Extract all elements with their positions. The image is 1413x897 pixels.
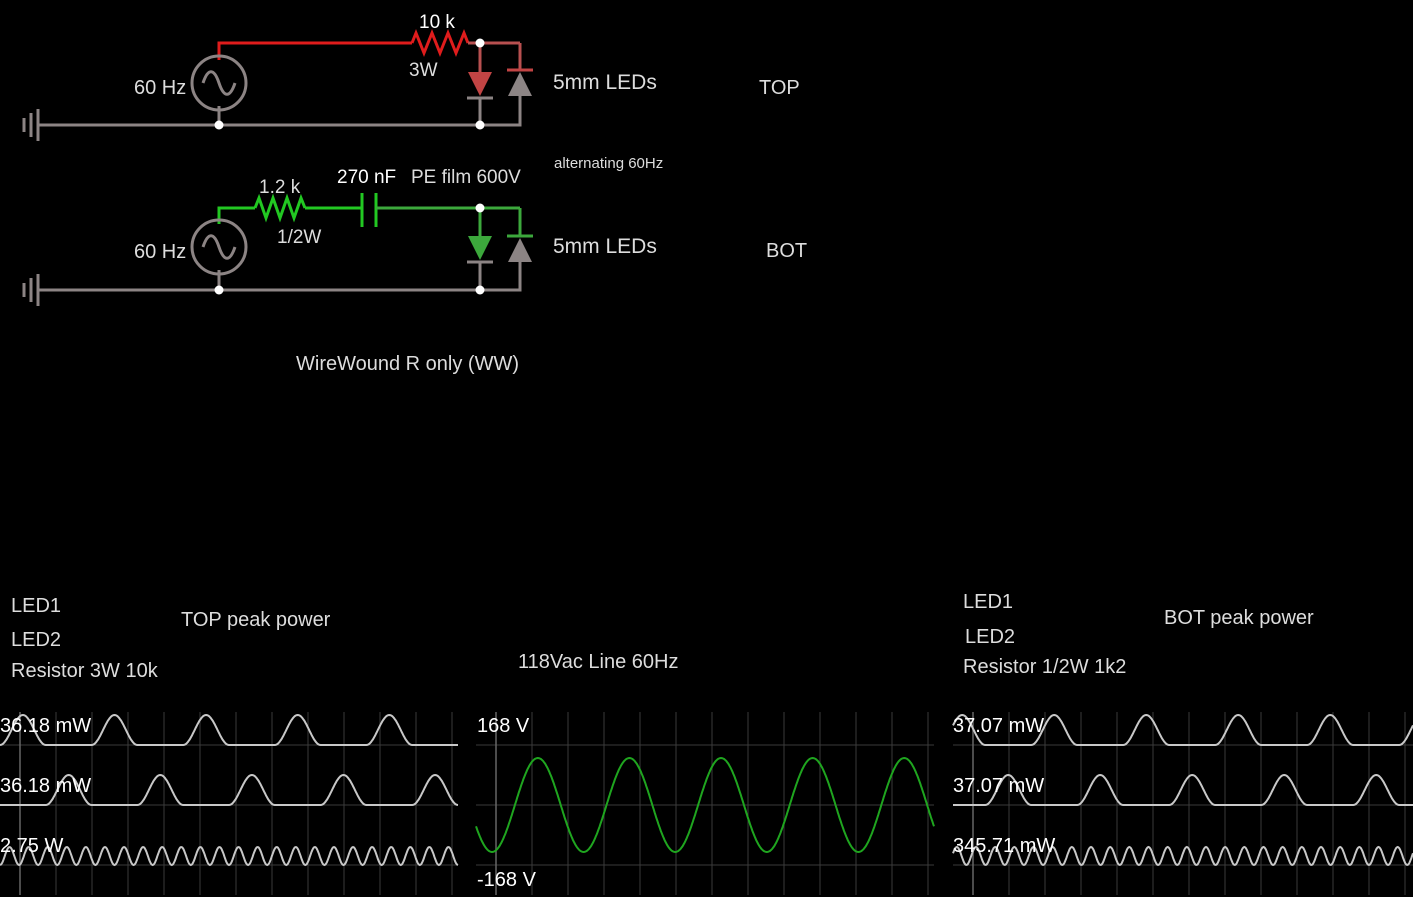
- bot-source-label: 60 Hz: [134, 241, 186, 263]
- scope-line-voltage[interactable]: 118Vac Line 60Hz 168 V -168 V: [475, 651, 935, 895]
- bot-capacitor-type: PE film 600V: [411, 167, 521, 188]
- led2-bot-icon[interactable]: [507, 234, 533, 262]
- scope1-title: TOP peak power: [181, 609, 331, 631]
- top-source-label: 60 Hz: [134, 77, 186, 99]
- bot-return-wire[interactable]: [38, 262, 522, 292]
- scope1-peak-led2: 36.18 mW: [0, 775, 91, 797]
- scope1-peak-resistor: 2.75 W: [0, 835, 63, 857]
- node-dot: [475, 285, 485, 295]
- scope3-legend-resistor: Resistor 1/2W 1k2: [963, 656, 1126, 678]
- ac-source-top-icon[interactable]: [190, 54, 248, 112]
- node-dot: [475, 120, 485, 130]
- scope1-legend-led2: LED2: [11, 629, 61, 651]
- top-resistor-value: 10 k: [419, 12, 455, 33]
- wirewound-note: WireWound R only (WW): [296, 353, 519, 375]
- scope1-legend-led1: LED1: [11, 595, 61, 617]
- scope3-peak-led1: 37.07 mW: [953, 715, 1044, 737]
- ac-source-bot-icon[interactable]: [190, 218, 248, 276]
- scope1-peak-led1: 36.18 mW: [0, 715, 91, 737]
- scope-top-power[interactable]: LED1 LED2 Resistor 3W 10k TOP peak power…: [0, 595, 459, 895]
- bot-circuit: 60 Hz 1.2 k 1/2W 270 nF PE film 600V 5mm…: [22, 167, 807, 306]
- scope2-ymax-label: 168 V: [477, 715, 530, 737]
- resistor-bot-icon[interactable]: [253, 193, 307, 223]
- bot-led-label: 5mm LEDs: [553, 235, 657, 258]
- ground-symbol-top[interactable]: [22, 109, 40, 141]
- top-return-wire[interactable]: [38, 108, 522, 127]
- scope3-legend-led1: LED1: [963, 591, 1013, 613]
- scope1-grid: [0, 712, 458, 895]
- scope-bot-power[interactable]: LED1 LED2 Resistor 1/2W 1k2 BOT peak pow…: [952, 591, 1413, 895]
- scope2-ymin-label: -168 V: [477, 869, 537, 891]
- node-dot: [214, 285, 224, 295]
- top-led-label: 5mm LEDs: [553, 71, 657, 94]
- scope2-grid: [476, 712, 934, 895]
- scope3-grid: [953, 712, 1413, 895]
- node-dot: [475, 38, 485, 48]
- scope3-legend-led2: LED2: [965, 626, 1015, 648]
- led1-top-icon[interactable]: [467, 72, 493, 100]
- scope3-peak-led2: 37.07 mW: [953, 775, 1044, 797]
- circuit-canvas: 60 Hz 10 k 3W 5mm LEDs TOP alternating 6…: [0, 12, 1413, 895]
- bot-capacitor-value: 270 nF: [337, 167, 396, 188]
- node-dot: [214, 120, 224, 130]
- led1-bot-icon[interactable]: [467, 236, 493, 264]
- capacitor-bot-icon[interactable]: [360, 193, 378, 227]
- led2-top-icon[interactable]: [507, 68, 533, 108]
- bot-resistor-rating: 1/2W: [277, 227, 321, 248]
- scope2-title: 118Vac Line 60Hz: [518, 651, 678, 673]
- scope3-title: BOT peak power: [1164, 607, 1314, 629]
- scope1-legend-resistor: Resistor 3W 10k: [11, 660, 159, 682]
- scope3-peak-resistor: 345.71 mW: [953, 835, 1055, 857]
- bot-tag: BOT: [766, 240, 807, 262]
- top-resistor-rating: 3W: [409, 60, 438, 81]
- top-circuit: 60 Hz 10 k 3W 5mm LEDs TOP: [22, 12, 800, 141]
- resistor-top-icon[interactable]: [410, 28, 470, 58]
- bot-resistor-value: 1.2 k: [259, 177, 301, 198]
- alternating-note: alternating 60Hz: [554, 155, 663, 172]
- top-supply-wire[interactable]: [217, 41, 412, 60]
- top-tag: TOP: [759, 77, 800, 99]
- node-dot: [475, 203, 485, 213]
- trace-resistor-3w-10k: [0, 846, 459, 867]
- ground-symbol-bot[interactable]: [22, 274, 40, 306]
